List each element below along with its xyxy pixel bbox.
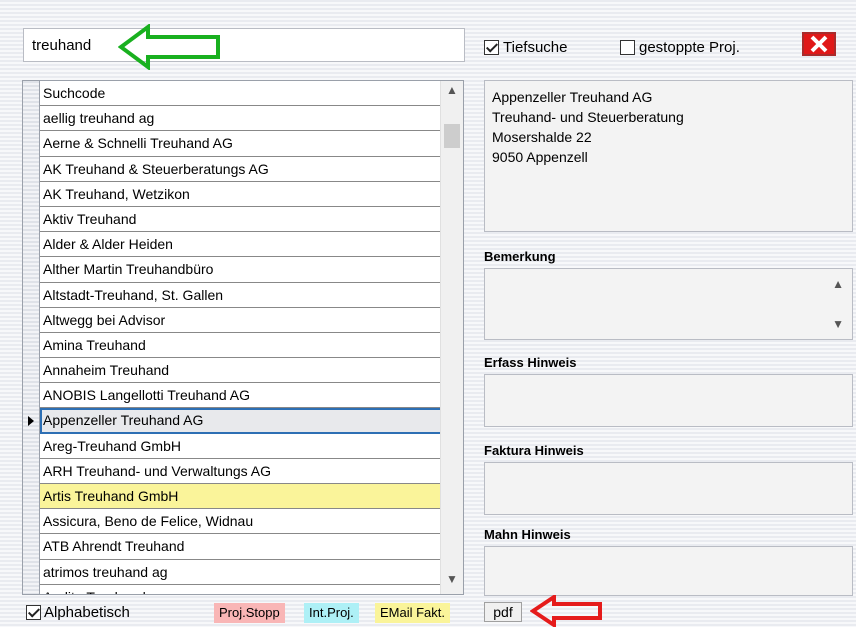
list-item[interactable]: atrimos treuhand ag (40, 560, 442, 585)
address-line: 9050 Appenzell (492, 149, 588, 165)
list-item[interactable]: Areg-Treuhand GmbH (40, 434, 442, 459)
green-arrow-annotation (118, 24, 220, 70)
list-item[interactable]: Alder & Alder Heiden (40, 232, 442, 258)
tag-email-fakt: EMail Fakt. (375, 603, 451, 623)
list-item[interactable]: ARH Treuhand- und Verwaltungs AG (40, 459, 442, 484)
alphabetisch-checkbox[interactable]: Alphabetisch (26, 603, 130, 621)
scroll-up-icon[interactable]: ▲ (832, 277, 844, 291)
bemerkung-field[interactable]: ▲ ▼ (484, 268, 853, 340)
current-record-pointer-icon (28, 416, 34, 427)
list-item[interactable]: Audita Treuhand (40, 585, 442, 594)
gestoppte-proj-checkbox[interactable]: gestoppte Proj. (620, 38, 740, 56)
list-item[interactable]: Alther Martin Treuhandbüro (40, 257, 442, 283)
tiefsuche-check-icon[interactable] (484, 39, 499, 55)
scroll-thumb[interactable] (444, 124, 460, 148)
mahn-hinweis-field[interactable] (484, 546, 853, 596)
list-rows: Suchcode aellig treuhand ag Aerne & Schne… (40, 81, 442, 594)
pdf-button[interactable]: pdf (484, 602, 522, 622)
tiefsuche-label: Tiefsuche (503, 38, 568, 56)
list-item[interactable]: AK Treuhand & Steuerberatungs AG (40, 157, 442, 182)
scroll-up-icon[interactable]: ▲ (441, 83, 463, 103)
address-box: Appenzeller Treuhand AG Treuhand- und St… (484, 80, 853, 232)
list-item[interactable]: Amina Treuhand (40, 333, 442, 359)
list-item-selected[interactable]: Appenzeller Treuhand AG (40, 408, 442, 434)
list-scrollbar[interactable]: ▲ ▼ (440, 81, 463, 594)
list-item[interactable]: ATB Ahrendt Treuhand (40, 534, 442, 560)
mahn-hinweis-label: Mahn Hinweis (484, 527, 571, 542)
row-indicator-column (23, 81, 40, 594)
column-header-suchcode[interactable]: Suchcode (40, 81, 442, 107)
list-item[interactable]: Aktiv Treuhand (40, 207, 442, 233)
close-button[interactable] (802, 32, 836, 56)
main-window: treuhand Tiefsuche gestoppte Proj. Suchc… (0, 0, 856, 627)
scroll-down-icon[interactable]: ▼ (441, 572, 463, 592)
search-input[interactable]: treuhand (23, 28, 465, 62)
alphabetisch-check-icon[interactable] (26, 604, 41, 620)
list-item[interactable]: AK Treuhand, Wetzikon (40, 182, 442, 207)
list-item[interactable]: aellig treuhand ag (40, 106, 442, 132)
alphabetisch-label: Alphabetisch (44, 603, 130, 621)
red-arrow-annotation (530, 595, 602, 627)
list-item[interactable]: Altwegg bei Advisor (40, 308, 442, 333)
list-item[interactable]: Artis Treuhand GmbH (40, 484, 442, 510)
erfass-hinweis-field[interactable] (484, 374, 853, 427)
scroll-down-icon[interactable]: ▼ (832, 317, 844, 331)
tag-int-proj: Int.Proj. (304, 603, 359, 623)
list-item[interactable]: Assicura, Beno de Felice, Widnau (40, 509, 442, 535)
address-line: Mosershalde 22 (492, 129, 592, 145)
faktura-hinweis-field[interactable] (484, 462, 853, 515)
close-x-icon (810, 35, 828, 53)
bemerkung-label: Bemerkung (484, 249, 556, 264)
address-line: Appenzeller Treuhand AG (492, 89, 653, 105)
address-line: Treuhand- und Steuerberatung (492, 109, 684, 125)
tiefsuche-checkbox[interactable]: Tiefsuche (484, 38, 567, 56)
suchcode-list[interactable]: Suchcode aellig treuhand ag Aerne & Schne… (22, 80, 464, 595)
tag-proj-stopp: Proj.Stopp (214, 603, 285, 623)
list-item[interactable]: ANOBIS Langellotti Treuhand AG (40, 383, 442, 409)
gestoppte-check-icon[interactable] (620, 39, 635, 55)
list-item[interactable]: Aerne & Schnelli Treuhand AG (40, 131, 442, 157)
erfass-hinweis-label: Erfass Hinweis (484, 355, 577, 370)
list-item[interactable]: Altstadt-Treuhand, St. Gallen (40, 283, 442, 308)
faktura-hinweis-label: Faktura Hinweis (484, 443, 584, 458)
list-item[interactable]: Annaheim Treuhand (40, 358, 442, 384)
gestoppte-label: gestoppte Proj. (639, 38, 740, 56)
